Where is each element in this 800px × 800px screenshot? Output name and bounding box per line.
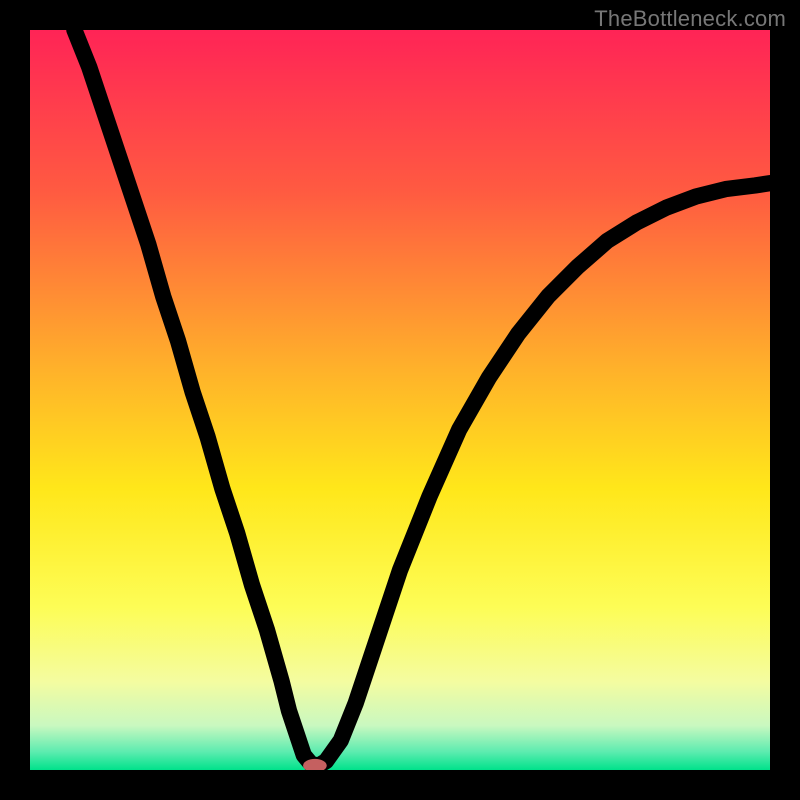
chart-frame: { "watermark": "TheBottleneck.com", "cha… (0, 0, 800, 800)
watermark-text: TheBottleneck.com (594, 6, 786, 32)
plot-area (30, 30, 770, 770)
bottleneck-curve (74, 30, 770, 766)
curve-layer (30, 30, 770, 770)
